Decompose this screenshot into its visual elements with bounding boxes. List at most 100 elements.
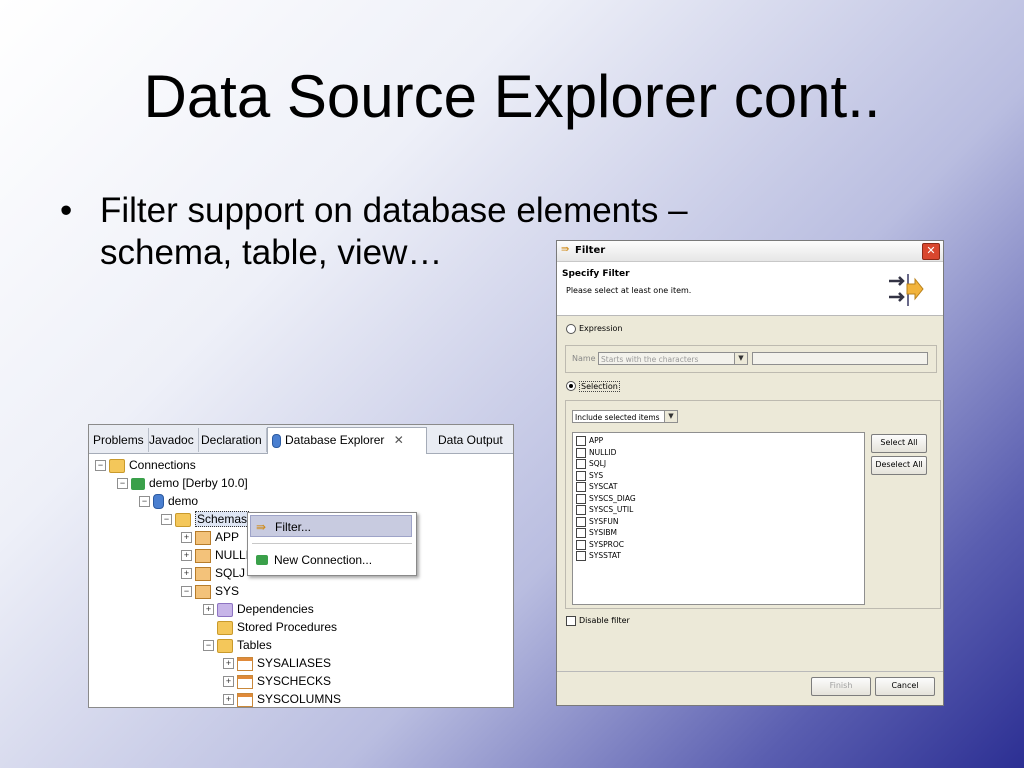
tree-item-demo-database[interactable]: − demo: [139, 492, 198, 510]
header-subtitle: Please select at least one item.: [566, 286, 692, 295]
database-icon: [153, 494, 164, 510]
table-icon: [237, 674, 253, 689]
list-item-label: SYSCS_DIAG: [589, 493, 636, 503]
name-condition-combo[interactable]: Starts with the characters ▼: [598, 352, 748, 365]
checkbox[interactable]: [576, 516, 586, 527]
tree-item-tables[interactable]: − Tables: [203, 636, 272, 654]
list-item[interactable]: SQLJ: [576, 458, 606, 469]
folder-icon: [217, 620, 233, 635]
list-item[interactable]: SYS: [576, 470, 603, 481]
checkbox[interactable]: [576, 505, 586, 515]
checkbox[interactable]: [576, 528, 586, 538]
tree-item-dependencies[interactable]: + Dependencies: [203, 600, 314, 618]
list-item[interactable]: APP: [576, 435, 603, 446]
dialog-header: Specify Filter Please select at least on…: [557, 262, 943, 316]
schema-icon: [195, 584, 211, 599]
tab-javadoc[interactable]: Javadoc: [145, 428, 199, 452]
new-connection-icon: [256, 555, 268, 565]
close-button[interactable]: ✕: [922, 243, 940, 260]
finish-button[interactable]: Finish: [811, 677, 871, 696]
name-condition-value: Starts with the characters: [601, 355, 699, 364]
view-tab-bar: Problems Javadoc Declaration Database Ex…: [89, 425, 513, 454]
tab-problems[interactable]: Problems: [89, 428, 149, 452]
tree-item-label: Stored Procedures: [237, 620, 338, 634]
folder-icon: [217, 602, 233, 617]
checkbox[interactable]: [576, 447, 586, 458]
checkbox[interactable]: [576, 470, 586, 481]
expression-radio[interactable]: [566, 324, 576, 334]
collapse-icon[interactable]: −: [203, 640, 214, 652]
list-item[interactable]: SYSPROC: [576, 539, 624, 550]
tree-item-demo-connection[interactable]: − demo [Derby 10.0]: [117, 474, 248, 492]
context-menu: ⇛ Filter... New Connection...: [247, 512, 417, 576]
filter-dialog: ⇛ Filter ✕ Specify Filter Please select …: [556, 240, 944, 706]
tree-item-syschecks[interactable]: + SYSCHECKS: [223, 672, 331, 690]
expand-icon[interactable]: +: [181, 532, 192, 544]
folder-icon: [109, 458, 125, 473]
list-item-label: APP: [589, 436, 604, 445]
filter-icon: ⇛: [561, 244, 570, 255]
list-item-label: NULLID: [589, 447, 617, 457]
tree-item-sys[interactable]: − SYS: [181, 582, 239, 600]
collapse-icon[interactable]: −: [95, 460, 106, 472]
footer-separator: [557, 671, 943, 672]
list-item[interactable]: SYSCS_UTIL: [576, 504, 633, 515]
menu-item-filter[interactable]: ⇛ Filter...: [250, 515, 412, 537]
collapse-icon[interactable]: −: [117, 478, 128, 490]
expand-icon[interactable]: +: [223, 676, 234, 688]
expand-icon[interactable]: +: [181, 550, 192, 562]
tree-item-label: APP: [215, 530, 240, 544]
schema-checklist: APP NULLID SQLJ SYS SYSCAT SYSCS_DIAG SY…: [572, 432, 865, 605]
tab-declaration[interactable]: Declaration: [197, 428, 267, 452]
checkbox[interactable]: [576, 493, 586, 504]
tree-item-schemas[interactable]: − Schemas: [161, 510, 250, 528]
selection-group: Include selected items ▼ APP NULLID SQLJ…: [565, 400, 941, 609]
expand-icon[interactable]: +: [203, 604, 214, 616]
schema-icon: [195, 566, 211, 581]
cancel-button[interactable]: Cancel: [875, 677, 935, 696]
menu-item-new-connection[interactable]: New Connection...: [250, 549, 412, 571]
tab-database-explorer[interactable]: Database Explorer ✕: [267, 427, 427, 454]
expand-icon[interactable]: +: [223, 658, 234, 670]
selection-radio[interactable]: [566, 381, 576, 391]
menu-item-new-connection-label: New Connection...: [274, 553, 373, 567]
tree-item-sysaliases[interactable]: + SYSALIASES: [223, 654, 331, 672]
list-item[interactable]: SYSFUN: [576, 516, 619, 527]
checkbox[interactable]: [576, 459, 586, 469]
expand-icon[interactable]: +: [223, 694, 234, 706]
disable-filter-checkbox[interactable]: [566, 616, 576, 626]
tree-item-stored-procedures[interactable]: Stored Procedures: [217, 618, 337, 636]
list-item[interactable]: SYSCS_DIAG: [576, 493, 636, 504]
tree-item-label: Dependencies: [237, 602, 314, 616]
tree-item-syscolumns[interactable]: + SYSCOLUMNS: [223, 690, 341, 707]
deselect-all-button[interactable]: Deselect All: [871, 456, 927, 475]
collapse-icon[interactable]: −: [139, 496, 150, 508]
list-item[interactable]: SYSCAT: [576, 481, 617, 492]
include-mode-combo[interactable]: Include selected items ▼: [572, 410, 678, 423]
list-item-label: SYSIBM: [589, 528, 617, 537]
checkbox[interactable]: [576, 482, 586, 492]
tree-item-app[interactable]: + APP: [181, 528, 239, 546]
tree-item-connections[interactable]: − Connections: [95, 456, 196, 474]
list-item[interactable]: SYSIBM: [576, 527, 617, 538]
tree-item-label: Schemas: [195, 511, 250, 527]
tree-item-sqlj[interactable]: + SQLJ: [181, 564, 245, 582]
checkbox[interactable]: [576, 539, 586, 550]
checkbox[interactable]: [576, 551, 586, 561]
close-icon[interactable]: ✕: [394, 433, 404, 447]
tab-data-output[interactable]: Data Output: [434, 428, 507, 452]
collapse-icon[interactable]: −: [161, 514, 172, 526]
bullet-symbol: •: [60, 191, 73, 230]
name-text-field[interactable]: [752, 352, 928, 365]
list-item[interactable]: NULLID: [576, 447, 616, 458]
schema-icon: [195, 548, 211, 563]
header-title: Specify Filter: [562, 269, 630, 279]
select-all-button[interactable]: Select All: [871, 434, 927, 453]
schema-icon: [195, 530, 211, 545]
checkbox[interactable]: [576, 436, 586, 446]
collapse-icon[interactable]: −: [181, 586, 192, 598]
tree-item-label: demo: [168, 494, 199, 508]
expand-icon[interactable]: +: [181, 568, 192, 580]
list-item-label: SYSSTAT: [589, 551, 621, 560]
list-item[interactable]: SYSSTAT: [576, 550, 621, 561]
